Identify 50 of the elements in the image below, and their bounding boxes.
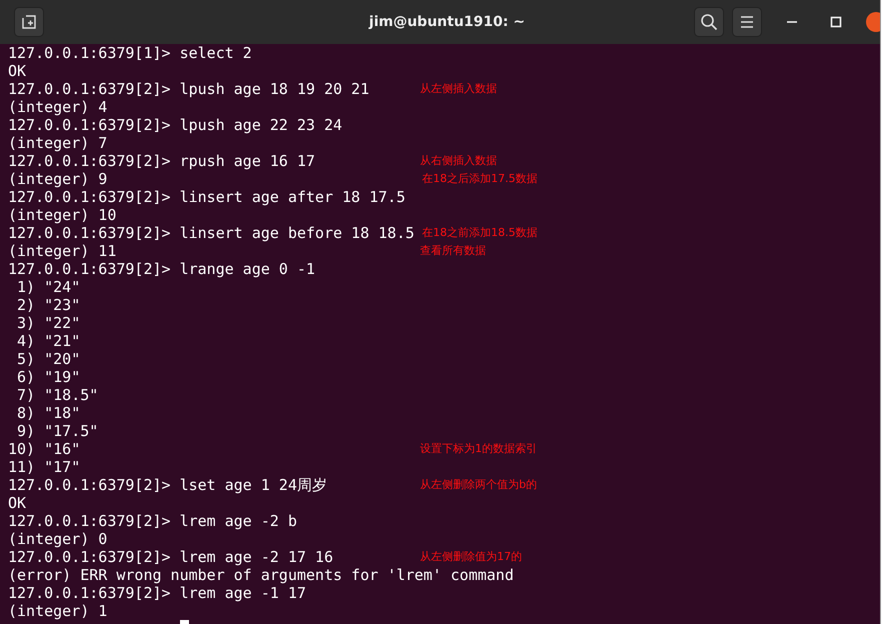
annotation-text: 查看所有数据 bbox=[420, 243, 486, 259]
terminal-line: 127.0.0.1:6379[2]> lpush age 18 19 20 21 bbox=[8, 80, 370, 98]
terminal-line: 9) "17.5" bbox=[16, 422, 98, 440]
annotation-text: 从右侧插入数据 bbox=[420, 153, 497, 169]
terminal-line: 127.0.0.1:6379[1]> select 2 bbox=[8, 44, 252, 62]
terminal-line: 127.0.0.1:6379[2]> lset age 1 24周岁 bbox=[8, 476, 327, 494]
terminal-line: 127.0.0.1:6379[2]> lrange age 0 -1 bbox=[8, 260, 316, 278]
terminal-line: 127.0.0.1:6379[2]> lpush age 22 23 24 bbox=[8, 116, 342, 134]
terminal-line: 5) "20" bbox=[16, 350, 80, 368]
terminal-line: 127.0.0.1:6379[2]> lrem age -1 17 bbox=[8, 584, 306, 602]
terminal-line: (integer) 10 bbox=[8, 206, 116, 224]
terminal-line: 7) "18.5" bbox=[16, 386, 98, 404]
new-tab-icon bbox=[21, 14, 37, 30]
terminal-line: (integer) 9 bbox=[8, 170, 108, 188]
maximize-icon bbox=[830, 16, 842, 28]
menu-button[interactable] bbox=[732, 7, 762, 37]
terminal-line: 10) "16" bbox=[8, 440, 80, 458]
menu-icon bbox=[739, 15, 755, 29]
terminal-line: 127.0.0.1:6379[2]> linsert age before 18 18.5 bbox=[8, 224, 414, 242]
close-button[interactable] bbox=[866, 12, 880, 32]
terminal-line: (integer) 1 bbox=[8, 602, 108, 620]
terminal-line: 127.0.0.1:6379[2]> lrem age -2 17 16 bbox=[8, 548, 334, 566]
annotation-text: 设置下标为1的数据索引 bbox=[420, 441, 537, 457]
terminal-line: 127.0.0.1:6379[2]> linsert age after 18 17.5 bbox=[8, 188, 406, 206]
search-icon bbox=[700, 13, 718, 31]
terminal-line: 127.0.0.1:6379[2]> rpush age 16 17 bbox=[8, 152, 316, 170]
terminal-line: 3) "22" bbox=[16, 314, 80, 332]
terminal-line: OK bbox=[8, 62, 26, 80]
terminal-line: 6) "19" bbox=[16, 368, 80, 386]
minimize-icon bbox=[787, 21, 797, 23]
terminal-line: (integer) 0 bbox=[8, 530, 108, 548]
terminal-line: 8) "18" bbox=[16, 404, 80, 422]
annotation-text: 在18之后添加17.5数据 bbox=[422, 171, 538, 187]
terminal-line: 127.0.0.1:6379[2]> lrem age -2 b bbox=[8, 512, 297, 530]
new-tab-button[interactable] bbox=[14, 7, 44, 37]
terminal-line: (integer) 11 bbox=[8, 242, 116, 260]
terminal-line: 2) "23" bbox=[16, 296, 80, 314]
terminal-line: 11) "17" bbox=[8, 458, 80, 476]
terminal-line: (integer) 4 bbox=[8, 98, 108, 116]
annotation-text: 从左侧删除值为17的 bbox=[420, 549, 522, 565]
terminal-line: 1) "24" bbox=[16, 278, 80, 296]
annotation-text: 从左侧删除两个值为b的 bbox=[420, 477, 537, 493]
annotation-text: 在18之前添加18.5数据 bbox=[422, 225, 538, 241]
terminal-line: OK bbox=[8, 494, 26, 512]
search-button[interactable] bbox=[694, 7, 724, 37]
terminal-line: (error) ERR wrong number of arguments for 'lrem' command bbox=[8, 566, 514, 584]
terminal-line: 4) "21" bbox=[16, 332, 80, 350]
annotation-text: 从左侧插入数据 bbox=[420, 81, 497, 97]
window-title: jim@ubuntu1910: ~ bbox=[369, 14, 525, 30]
terminal-line: (integer) 7 bbox=[8, 134, 108, 152]
